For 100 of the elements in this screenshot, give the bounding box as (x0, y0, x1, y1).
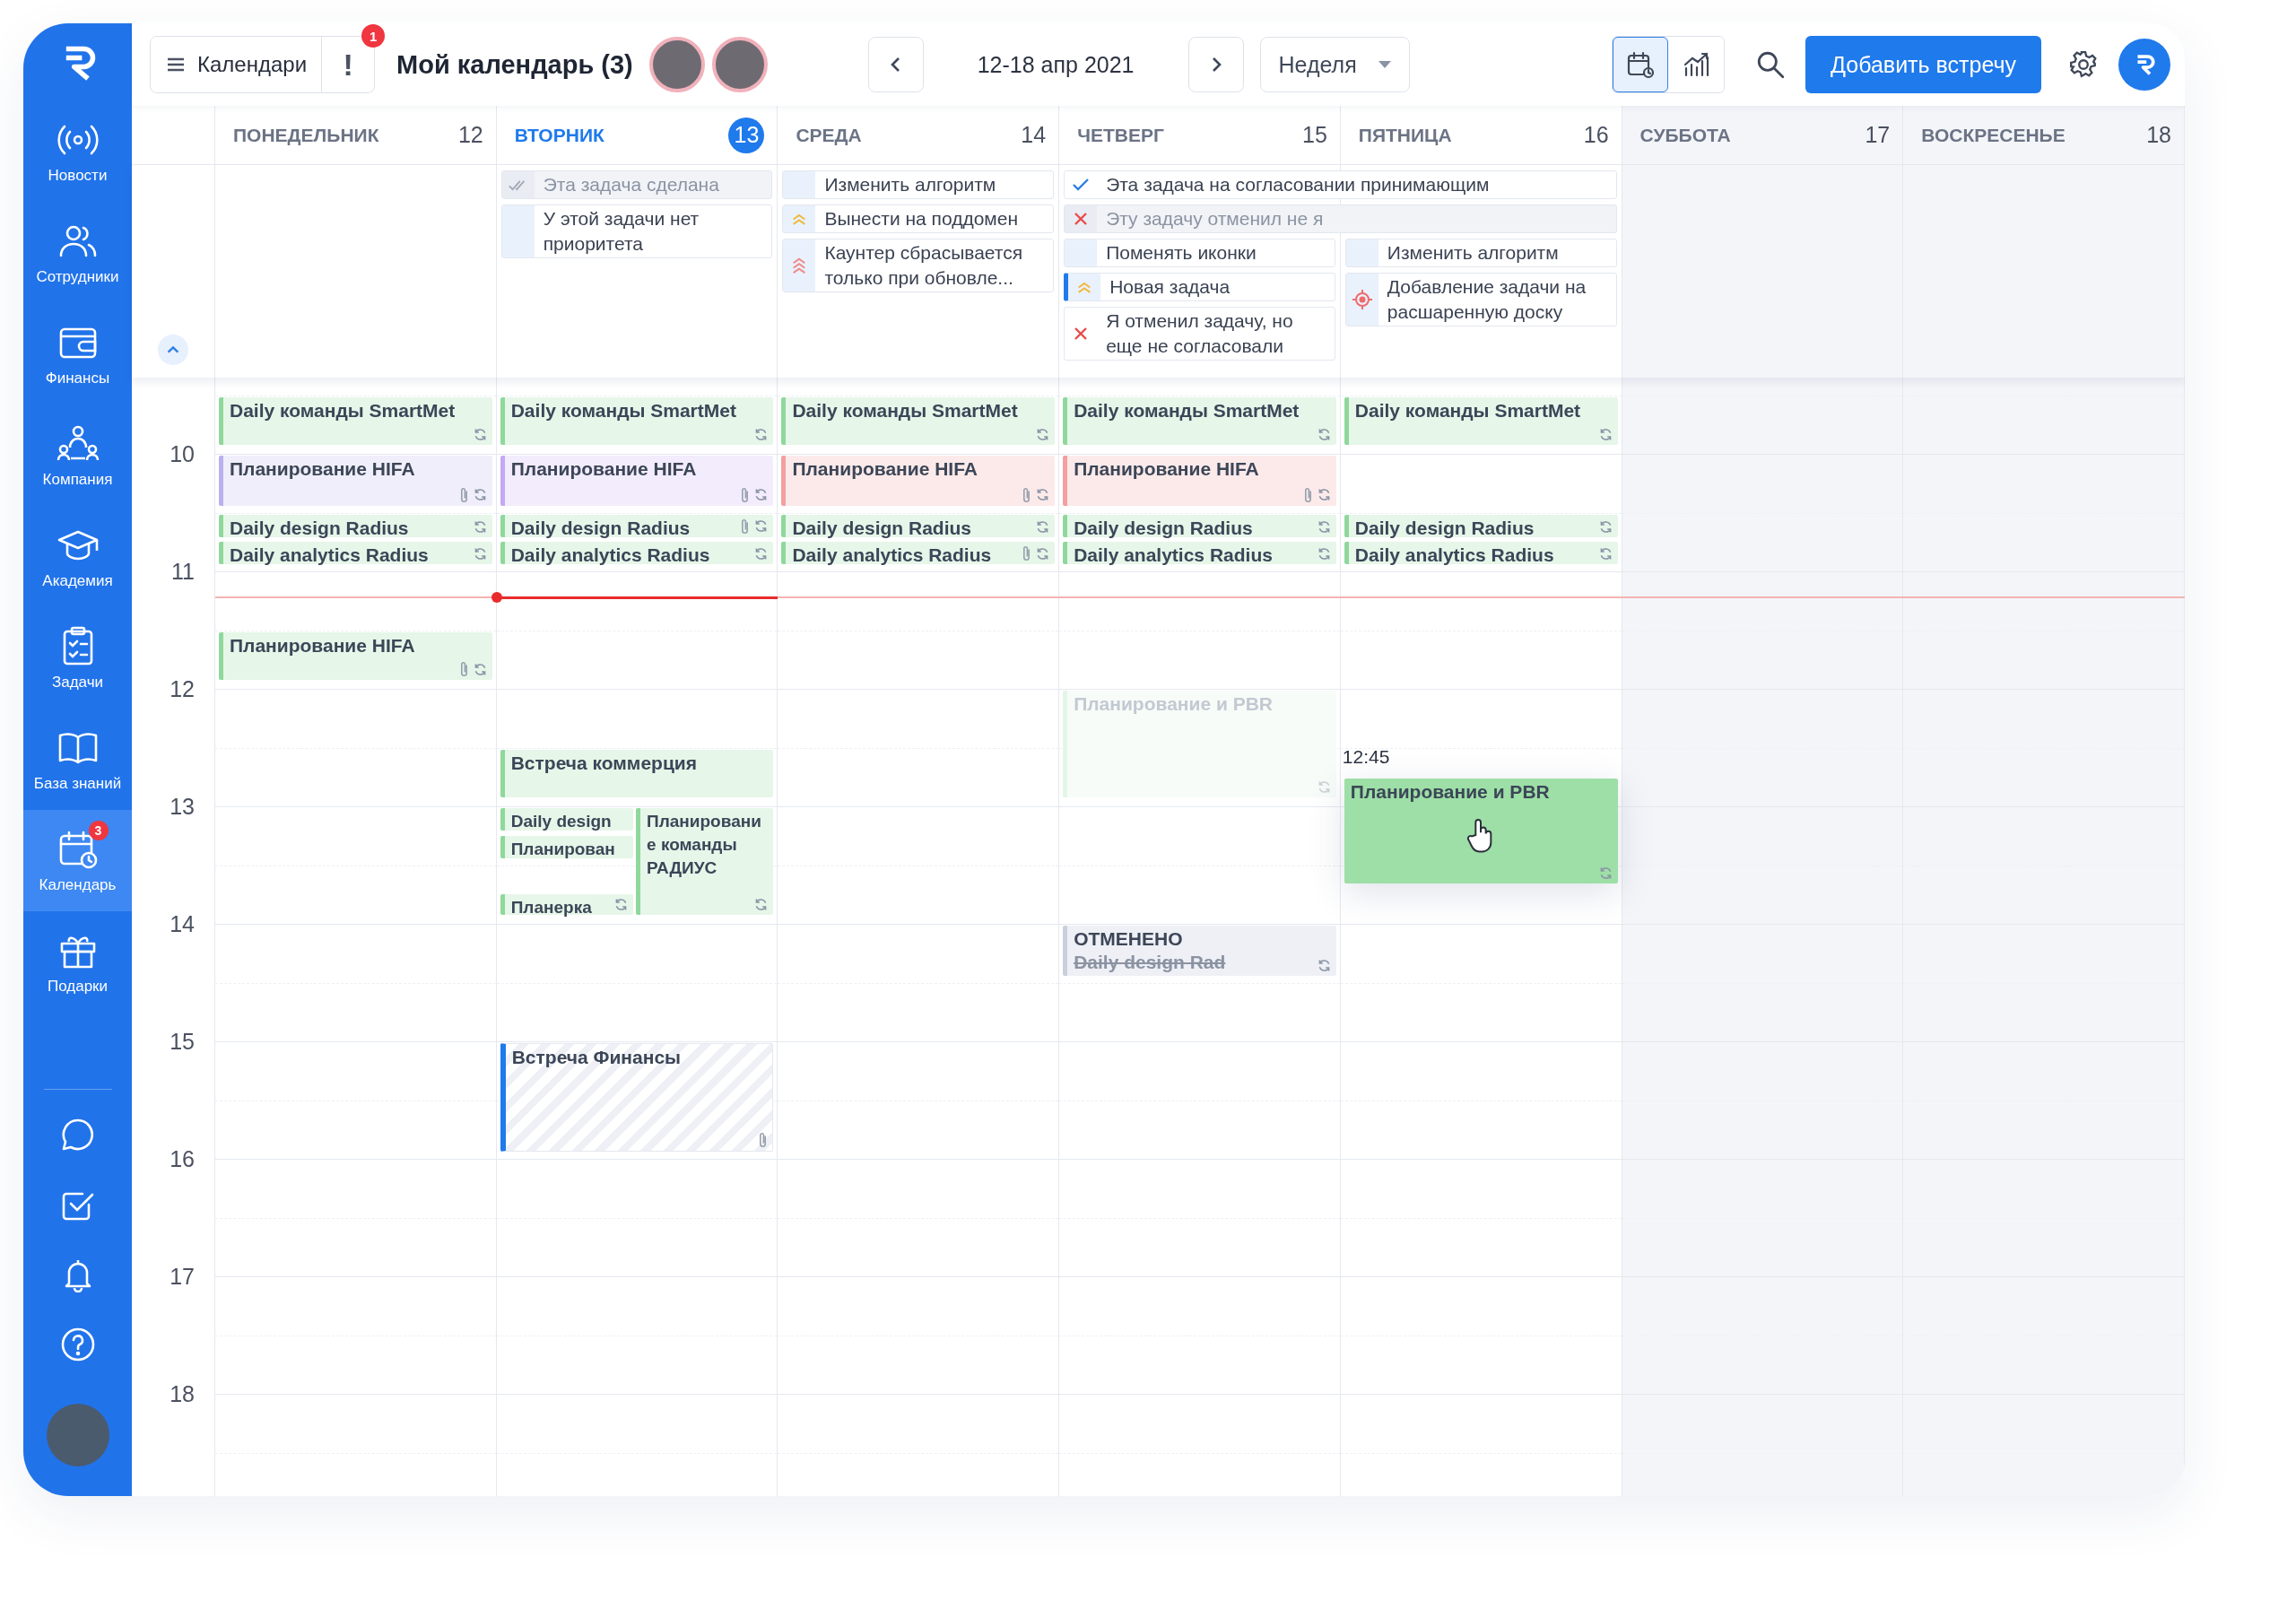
day-name: ПОНЕДЕЛЬНИК (233, 124, 379, 146)
nav-item[interactable]: Финансы (23, 303, 132, 405)
event-title: Daily команды SmartMet (1354, 398, 1582, 422)
date-range: 12-18 апр 2021 (977, 51, 1135, 78)
task-status-cell (1345, 239, 1378, 266)
event-card[interactable]: Встреча коммерция (500, 749, 774, 798)
day-name: ВТОРНИК (514, 124, 604, 146)
task-title: Эта задача на согласовании принимающим (1105, 173, 1491, 196)
event-card[interactable]: Daily analytics Radius (1063, 542, 1336, 565)
nav-item[interactable]: Задачи (23, 607, 132, 709)
event-card[interactable]: Daily design Radius (1344, 514, 1618, 537)
event-card[interactable]: Daily design Radius (219, 514, 492, 537)
calendars-button[interactable]: Календари (151, 37, 323, 92)
event-card[interactable]: Планирование HIFA (219, 631, 492, 681)
event-title: Daily design Radius (1354, 516, 1535, 540)
paperclip-icon (458, 661, 469, 678)
add-meeting-button[interactable]: Добавить встречу (1805, 36, 2041, 93)
logo-icon[interactable] (2118, 39, 2170, 91)
task-title: Новая задача (1109, 275, 1231, 299)
paperclip-icon (1022, 545, 1032, 562)
event-title: Daily analytics Radius (1354, 544, 1555, 568)
day-number: 15 (1301, 121, 1327, 149)
task-card[interactable]: Эта задача на согласовании принимающим (1064, 170, 1617, 199)
view-toggle[interactable] (1613, 37, 1669, 92)
task-card[interactable]: Вынести на поддомен (782, 204, 1055, 233)
event-card[interactable]: Планерка (500, 894, 634, 916)
caret-icon (1378, 61, 1391, 68)
task-card[interactable]: Изменить алгоритм (1344, 239, 1617, 267)
nav-item[interactable]: Подарки (23, 911, 132, 1013)
event-card[interactable]: Daily design Radius (1063, 514, 1336, 537)
nav-item[interactable]: База знаний (23, 709, 132, 810)
event-title: Встреча коммерция (510, 751, 698, 775)
task-title: Поменять иконки (1105, 241, 1257, 265)
task-card[interactable]: Каунтер сбрасывается только при обновле... (782, 239, 1055, 292)
help-icon[interactable] (59, 1327, 96, 1362)
event-title: Daily analytics Radius (230, 544, 430, 568)
day-number: 16 (1582, 121, 1609, 149)
event-card[interactable]: Daily analytics Radius (219, 542, 492, 565)
event-card[interactable]: Daily design Radius (500, 514, 774, 537)
settings-icon[interactable] (2068, 49, 2099, 80)
event-card[interactable]: Daily analytics Radius (500, 542, 774, 565)
nav-item[interactable]: Академия (23, 506, 132, 607)
task-title: Добавление задачи на расшаренную доску (1386, 275, 1587, 324)
nav-item[interactable]: 3 Календарь (23, 810, 132, 911)
view-select[interactable]: Неделя (1259, 37, 1410, 92)
cross-icon (1074, 326, 1089, 341)
day-name: СРЕДА (796, 124, 862, 146)
task-card[interactable]: Поменять иконки (1064, 239, 1335, 267)
event-card[interactable]: Daily design (500, 808, 634, 831)
event-card[interactable]: Daily команды SmartMet (219, 396, 492, 446)
nav-item[interactable]: Новости (23, 100, 132, 202)
event-card[interactable]: Планирование HIFA (1063, 456, 1336, 506)
task-card[interactable]: Добавление задачи на расшаренную доску (1344, 273, 1617, 326)
nav-item[interactable]: Компания (23, 405, 132, 506)
time-label: 12:45 (1342, 746, 1390, 769)
event-card[interactable]: Планирован (500, 835, 634, 858)
hour-label: 16 (170, 1145, 195, 1172)
event-card[interactable]: Планирование HIFA (500, 456, 774, 506)
event-card[interactable]: ОТМЕНЕНО Daily design Rad (1063, 926, 1336, 976)
event-card[interactable]: Daily команды SmartMet (1344, 396, 1618, 446)
event-card[interactable]: Daily команды SmartMet (1063, 396, 1336, 446)
hour-label: 18 (170, 1380, 195, 1407)
calendar-icon (1626, 50, 1656, 79)
task-title: Каунтер сбрасывается только при обновле... (823, 241, 1024, 290)
event-card[interactable]: Планирование HIFA (219, 456, 492, 506)
task-title: Эту задачу отменил не я (1105, 207, 1325, 231)
event-card[interactable]: Планирование и PBR (1344, 779, 1618, 884)
paperclip-icon (458, 486, 469, 503)
day-number: 13 (728, 117, 765, 153)
event-title: Встреча Финансы (511, 1046, 683, 1069)
event-card[interactable]: Daily design Radius (781, 514, 1056, 537)
collapse-button[interactable] (158, 335, 188, 365)
search-icon[interactable] (1755, 49, 1787, 80)
hour-label: 10 (170, 440, 195, 467)
day-number: 12 (457, 121, 483, 149)
event-card[interactable]: Встреча Финансы (500, 1043, 774, 1153)
nav-item[interactable]: Сотрудники (23, 202, 132, 303)
task-card[interactable]: Изменить алгоритм (782, 170, 1055, 199)
paperclip-icon (758, 1132, 769, 1149)
hour-label: 15 (170, 1028, 195, 1055)
chart-icon (1682, 50, 1711, 79)
event-card[interactable]: Daily команды SmartMet (500, 396, 774, 446)
event-title: Планирован (510, 838, 616, 860)
event-card[interactable]: Планирование команды РАДИУС (636, 808, 774, 916)
event-title: Daily analytics Radius (1074, 544, 1274, 568)
event-card[interactable]: Daily analytics Radius (781, 542, 1056, 565)
task-title: Эта задача сделана (542, 173, 720, 196)
event-title: Планирование HIFA (510, 457, 698, 481)
task-card[interactable]: У этой задачи нет приоритета (500, 204, 773, 258)
event-card[interactable]: Daily команды SmartMet (781, 396, 1056, 446)
event-title: Daily команды SmartMet (510, 398, 737, 422)
cross-icon (1074, 212, 1089, 226)
check-icon (1072, 178, 1091, 192)
task-card[interactable]: Новая задача (1064, 273, 1335, 301)
event-card[interactable]: Планирование HIFA (781, 456, 1056, 506)
task-card[interactable]: Я отменил задачу, но еще не согласовали (1064, 307, 1335, 361)
chat-icon[interactable] (59, 1117, 96, 1153)
event-card[interactable]: Daily analytics Radius (1344, 542, 1618, 565)
day-name: ЧЕТВЕРГ (1077, 124, 1164, 146)
event-title: Планирование HIFA (230, 633, 416, 657)
